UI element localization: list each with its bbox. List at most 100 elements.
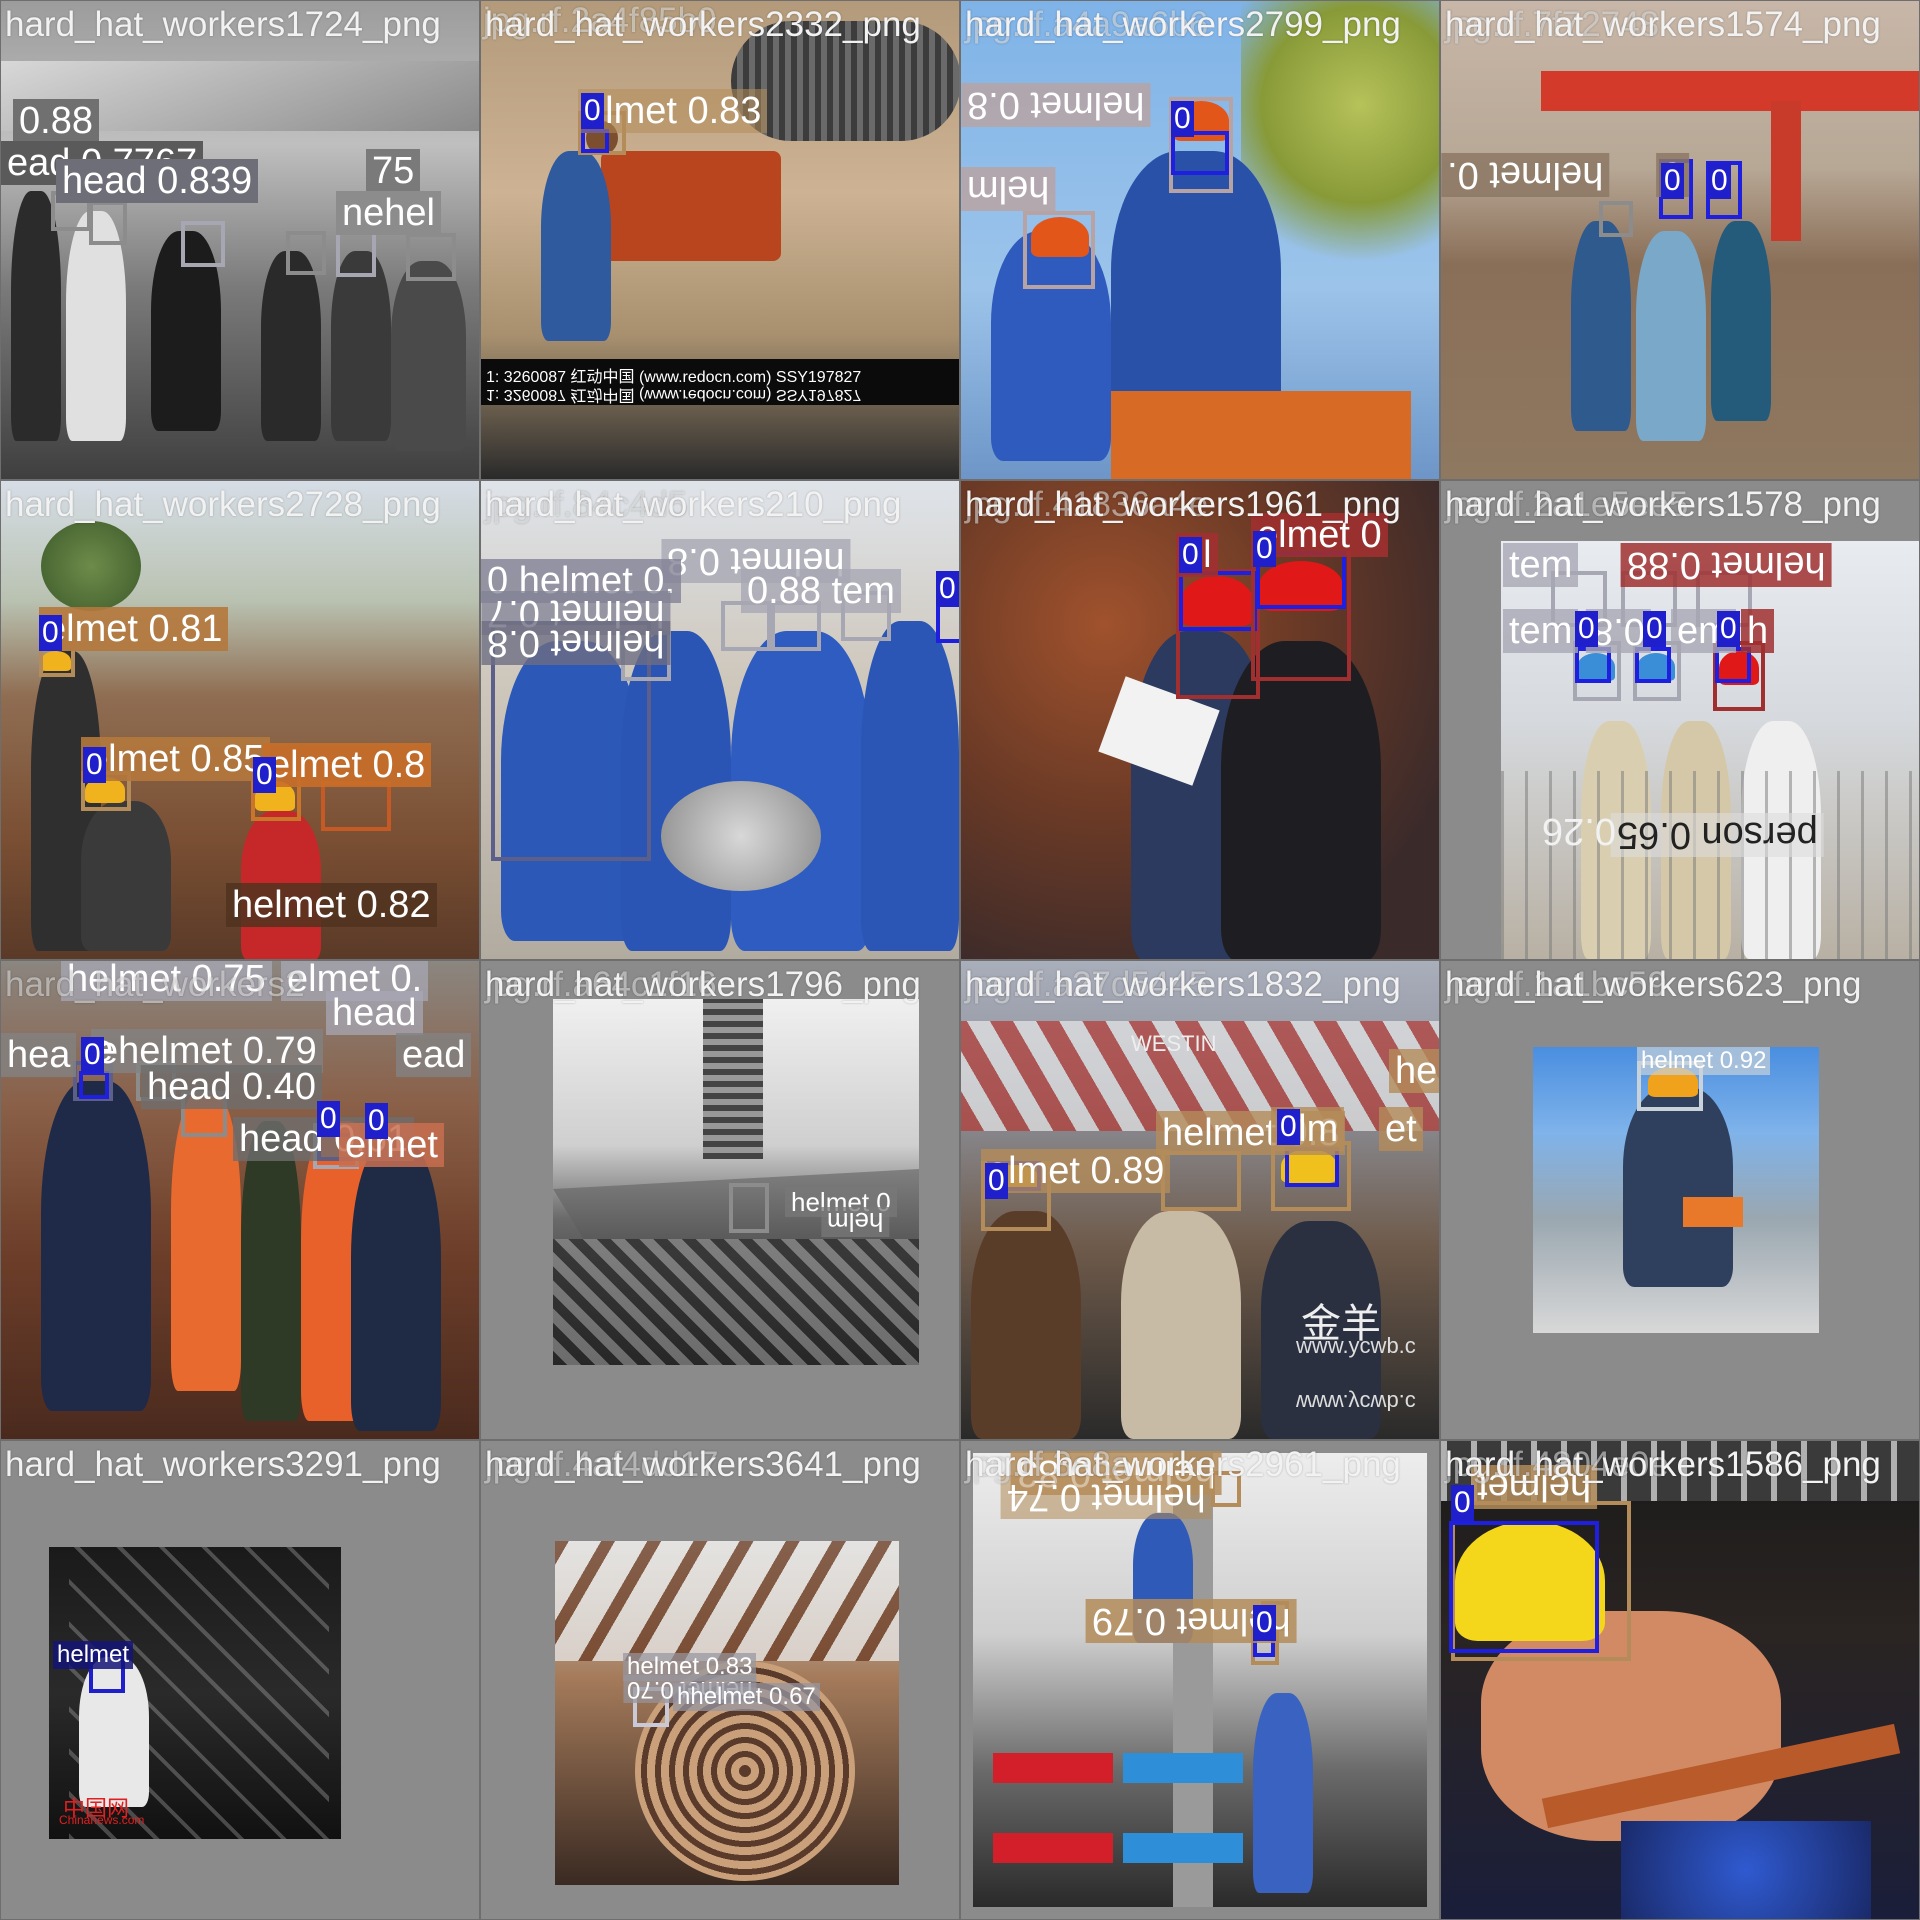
mosaic-grid: 0.88 ead 0.7767 head 0.839 75 nehel hard… [0,0,1920,1920]
tile-hard-hat-workers3641: helmet 0.83 helmet 0.70 hhelmet 0.67 jpg… [481,1441,959,1919]
tile-title: hard_hat_workers2728_png [5,485,441,524]
class-id: 0 [1253,531,1276,567]
worker-shape [1623,1087,1733,1287]
tile-title: hard_hat_workers210_png [485,485,902,524]
worker-shape [1711,221,1771,421]
sign-shape [1123,1753,1243,1783]
class-id: 0 [1643,611,1666,647]
detection-label: helm [961,167,1056,211]
sign-shape [993,1753,1113,1783]
worker-shape [1571,221,1631,431]
tile-hard-hat-workers2332: elmet 0.83 0 1: 3260087 红动中国 (www.redocn… [481,1,959,479]
image-watermark: Chinanews.com [59,1813,145,1827]
detection-label: tem [1503,543,1579,587]
lift-bucket [1111,391,1411,479]
detection-label: elmet 0.85 [81,737,271,781]
tile-title: hard_hat_workers2961_png [965,1445,1401,1484]
class-box [1171,131,1229,175]
detection-label: he [1389,1049,1439,1093]
tile-title: hard_hat_workers2332_png [485,5,921,44]
class-box [79,1071,109,1099]
photo-4 [1441,1,1919,479]
worker-shape [1636,231,1706,441]
detection-label: 75 [366,149,421,193]
detection-label: person 0.65 [1611,813,1824,857]
tile-title: hard_hat_workers1578_png [1445,485,1881,524]
tile-title: hard_hat_workers3291_png [5,1445,441,1484]
detection-label: ead [396,1033,472,1077]
worker-shape [1253,1693,1313,1893]
tile-hard-hat-workers2: helmet 0.75 elmet 0. head hea ehelmet 0.… [1,961,479,1439]
detection-box [406,233,456,281]
scaffold-shape [1501,771,1919,959]
detection-label: 0.88 [13,99,99,143]
detection-label: nehel [336,191,441,235]
detection-label: head [326,991,423,1035]
tile-hard-hat-workers2961: helmet 0.83 helmet 0.74 helmet 0.79 0 jp… [961,1441,1439,1919]
tile-hard-hat-workers3291: helmet 中国网 Chinanews.com hard_hat_worker… [1,1441,479,1919]
image-watermark: www.ycwb.c [1296,1333,1416,1358]
tile-hard-hat-workers2799: helmet 0.8 helm 0 jpg.rf.a4a9a6b6 hard_h… [961,1,1439,479]
class-id: 0 [1171,101,1194,137]
detection-label: helmet 0.8 [481,621,671,665]
blue-material [1621,1821,1871,1919]
detection-label: elmet 0.83 [578,89,768,133]
building-sign: WESTIN [1131,1031,1217,1056]
person-shape [261,251,321,441]
detection-label: helmet 0.92 [1637,1047,1771,1075]
worker-shape [1121,1211,1241,1439]
helmet-box [729,1183,769,1233]
detection-box [286,231,326,275]
class-id: 0 [83,747,106,783]
detection-label: helmet 0. [1441,153,1610,197]
detection-label: et [1379,1107,1423,1151]
detection-label: h [1741,609,1775,653]
helmet-box [321,781,391,831]
image-watermark: www.ycwb.c [1296,1390,1416,1415]
detection-label: tem [1503,609,1579,653]
tile-hard-hat-workers1578: tem helmet 0.88 tem 0.8 em h person 0.65… [1441,481,1919,959]
detection-box [181,221,225,267]
tile-title: hard_hat_workers623_png [1445,965,1862,1004]
class-id: 0 [936,571,959,607]
tile-hard-hat-workers210: helmet 0.8 0 helmet 0. 0.88 tem helmet 0… [481,481,959,959]
person-shape [331,251,391,441]
tile-title: hard_hat_workers3641_png [485,1445,921,1484]
class-id: 0 [1451,1485,1474,1521]
detection-label: helmet [53,1641,134,1669]
tile-title: hard_hat_workers1796_png [485,965,921,1004]
reflection-shape [555,1541,899,1661]
detection-label: head 0.40 [141,1065,323,1109]
class-id: 0 [1253,1605,1276,1641]
detection-label: 0.88 tem [741,569,901,613]
tile-hard-hat-workers1796: helmet 0 helm jpg.rf.a64c1f16 hard_hat_w… [481,961,959,1439]
class-id: 0 [365,1103,388,1139]
helmet-box [1023,211,1095,289]
pipe-shape [661,781,821,891]
tile-title: hard_hat_workers1961_png [965,485,1401,524]
class-box [1179,571,1257,631]
detection-label: elmet [339,1123,444,1167]
image-watermark: 1: 3260087 红动中国 (www.redocn.com) SSY1978… [486,369,862,386]
worker-shape [861,621,959,951]
tile-hard-hat-workers1586: helmet 0 jpg.rf.4804e0e hard_hat_workers… [1441,1441,1919,1919]
helmet-box [1161,1151,1241,1211]
tile-hard-hat-workers1961: el elmet 0 0 0 jpg.rf.41836a4e hard_hat_… [961,481,1439,959]
tile-hard-hat-workers1724: 0.88 ead 0.7767 head 0.839 75 nehel hard… [1,1,479,479]
person-shape [391,261,466,451]
class-id: 0 [1179,537,1202,573]
detection-label: elmet 0.89 [981,1149,1171,1193]
tile-hard-hat-workers2728: elmet 0.81 elmet 0.85 elmet 0.8 helmet 0… [1,481,479,959]
tile-title: hard_hat_workers2 [5,965,305,1004]
sign-shape [1123,1833,1243,1863]
worker-shape [81,801,171,951]
tool-shape [1683,1197,1743,1227]
machine-shape [601,151,781,261]
detection-label: hhelmet 0.67 [673,1683,820,1711]
tile-hard-hat-workers623: helmet 0.92 jpg.rf.1a1bc59 hard_hat_work… [1441,961,1919,1439]
detection-label: helm [821,1207,890,1237]
sign-shape [993,1833,1113,1863]
detection-box [89,201,127,245]
detection-label: hea [1,1033,77,1077]
detection-box [1599,201,1633,237]
